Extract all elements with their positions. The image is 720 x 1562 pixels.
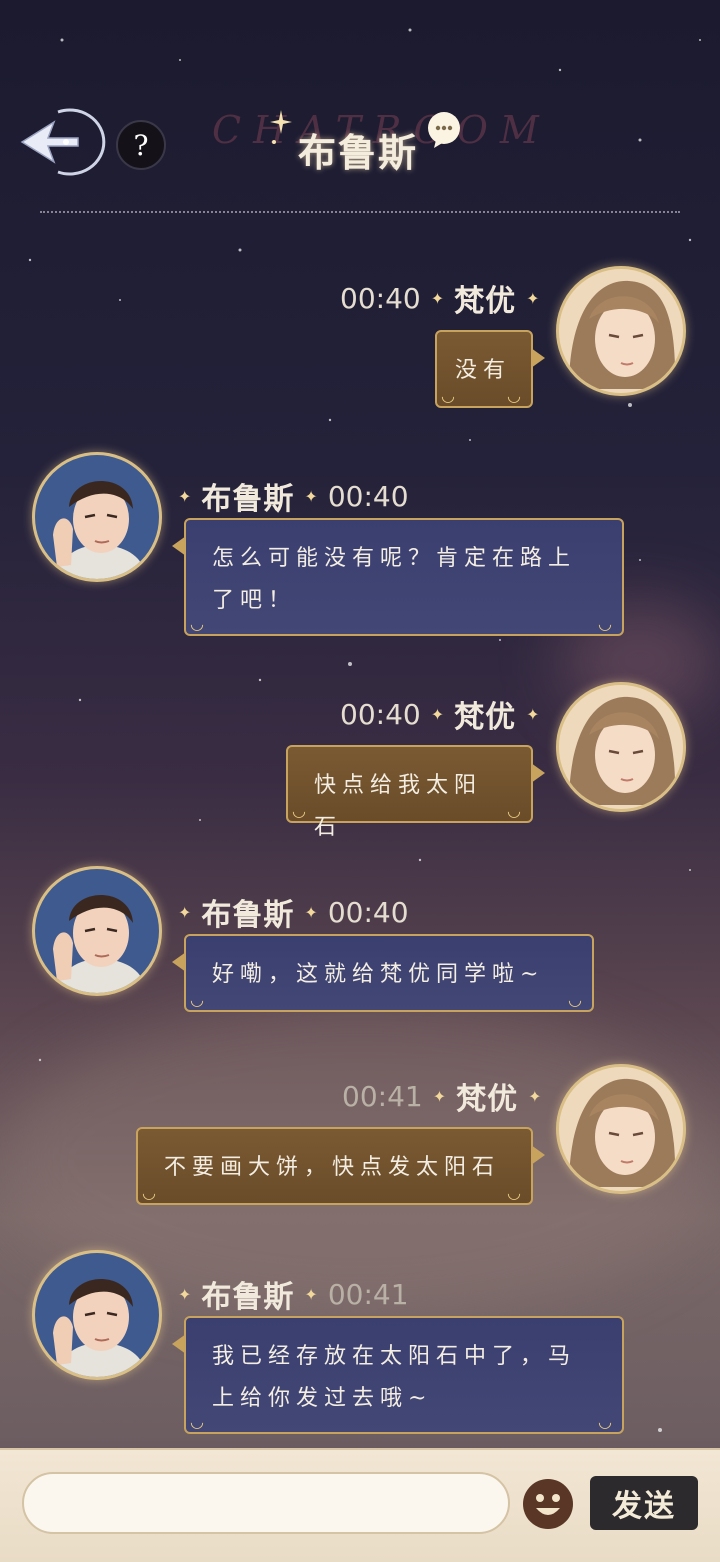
- sparkle-icon: [270, 110, 292, 144]
- message-input[interactable]: [22, 1472, 510, 1534]
- sparkle-icon: ✦: [304, 486, 318, 506]
- corner-ornament: ◡: [142, 1183, 162, 1202]
- bubble-tail: [531, 348, 545, 368]
- speech-bubble-icon: [428, 112, 460, 148]
- corner-ornament: ◡: [507, 1183, 527, 1202]
- corner-ornament: ◡: [568, 990, 588, 1009]
- sparkle-icon: ✦: [430, 288, 445, 308]
- sender-name: 布鲁斯: [201, 482, 295, 517]
- chat-bubble: 怎么可能没有呢？肯定在路上了吧！ ◡ ◡: [172, 518, 624, 636]
- corner-ornament: ◡: [507, 801, 527, 820]
- bubble-tail: [531, 1145, 545, 1165]
- portrait-image: [559, 1067, 683, 1191]
- sparkle-icon: ✦: [178, 486, 192, 506]
- corner-ornament: ◡: [507, 386, 527, 405]
- bubble-tail: [531, 763, 545, 783]
- avatar-bruce[interactable]: [32, 1250, 162, 1380]
- portrait-image: [559, 685, 683, 809]
- sender-name: 梵优: [454, 700, 517, 735]
- avatar-bruce[interactable]: [32, 866, 162, 996]
- send-button[interactable]: 发送: [590, 1476, 698, 1530]
- sparkle-icon: ✦: [526, 704, 540, 724]
- help-button[interactable]: ?: [116, 120, 166, 170]
- back-arrow-icon: [20, 108, 106, 176]
- corner-ornament: ◡: [441, 386, 461, 405]
- sparkle-icon: ✦: [178, 1284, 192, 1304]
- header-divider: [40, 211, 680, 213]
- corner-ornament: ◡: [598, 1412, 618, 1431]
- sparkle-icon: ✦: [430, 704, 445, 724]
- sparkle-icon: ✦: [304, 902, 318, 922]
- message-time: 00:40: [327, 479, 409, 513]
- message-time: 00:40: [340, 281, 421, 315]
- avatar-bruce[interactable]: [32, 452, 162, 582]
- avatar-fanyou[interactable]: [556, 682, 686, 812]
- message-text: 我已经存放在太阳石中了，马上给你发过去哦~: [212, 1344, 577, 1411]
- sparkle-icon: ✦: [178, 902, 192, 922]
- message-meta: ✦ 布鲁斯 ✦ 00:40: [178, 474, 409, 518]
- chat-bubble: 不要画大饼，快点发太阳石 ◡ ◡: [136, 1127, 545, 1205]
- corner-ornament: ◡: [598, 614, 618, 633]
- chat-bubble: 我已经存放在太阳石中了，马上给你发过去哦~ ◡ ◡: [172, 1316, 624, 1434]
- avatar-fanyou[interactable]: [556, 266, 686, 396]
- message-meta: 00:40 ✦ 梵优 ✦: [340, 692, 540, 736]
- sender-name: 布鲁斯: [201, 1280, 295, 1315]
- message-text: 没有: [455, 358, 512, 383]
- message-time: 00:40: [327, 895, 409, 929]
- portrait-image: [559, 269, 683, 393]
- corner-ornament: ◡: [292, 801, 312, 820]
- bubble-tail: [172, 952, 186, 972]
- message-text: 怎么可能没有呢？肯定在路上了吧！: [212, 546, 577, 613]
- message-meta: 00:41 ✦ 梵优 ✦: [342, 1074, 542, 1118]
- back-button[interactable]: [14, 108, 106, 176]
- sparkle-icon: ✦: [526, 288, 540, 308]
- message-text: 好嘞，这就给梵优同学啦~: [212, 962, 545, 987]
- header: ? CHATROOM 布鲁斯: [0, 0, 720, 220]
- message-meta: ✦ 布鲁斯 ✦ 00:40: [178, 890, 409, 934]
- sender-name: 布鲁斯: [201, 898, 295, 933]
- message-meta: 00:40 ✦ 梵优 ✦: [340, 276, 540, 320]
- portrait-image: [35, 869, 159, 993]
- question-icon: ?: [133, 128, 149, 162]
- message-time: 00:40: [340, 697, 421, 731]
- message-time: 00:41: [342, 1079, 423, 1113]
- sparkle-icon: ✦: [432, 1086, 447, 1106]
- message-input-bar: 发送: [0, 1448, 720, 1562]
- bubble-tail: [172, 1334, 186, 1354]
- corner-ornament: ◡: [190, 614, 210, 633]
- message-text: 不要画大饼，快点发太阳石: [164, 1155, 501, 1180]
- smiley-face-icon[interactable]: [522, 1478, 574, 1530]
- chat-bubble: 没有 ◡ ◡: [435, 330, 545, 408]
- portrait-image: [35, 455, 159, 579]
- message-text: 快点给我太阳石: [314, 773, 483, 840]
- page-title: 布鲁斯: [298, 131, 419, 175]
- bubble-tail: [172, 536, 186, 556]
- sparkle-icon: ✦: [304, 1284, 318, 1304]
- avatar-fanyou[interactable]: [556, 1064, 686, 1194]
- sender-name: 梵优: [456, 1082, 519, 1117]
- chat-bubble: 快点给我太阳石 ◡ ◡: [286, 745, 545, 840]
- chat-bubble: 好嘞，这就给梵优同学啦~ ◡ ◡: [172, 934, 594, 1012]
- sender-name: 梵优: [454, 284, 517, 319]
- message-time: 00:41: [327, 1277, 409, 1311]
- sparkle-icon: ✦: [528, 1086, 542, 1106]
- message-meta: ✦ 布鲁斯 ✦ 00:41: [178, 1272, 409, 1316]
- corner-ornament: ◡: [190, 990, 210, 1009]
- corner-ornament: ◡: [190, 1412, 210, 1431]
- portrait-image: [35, 1253, 159, 1377]
